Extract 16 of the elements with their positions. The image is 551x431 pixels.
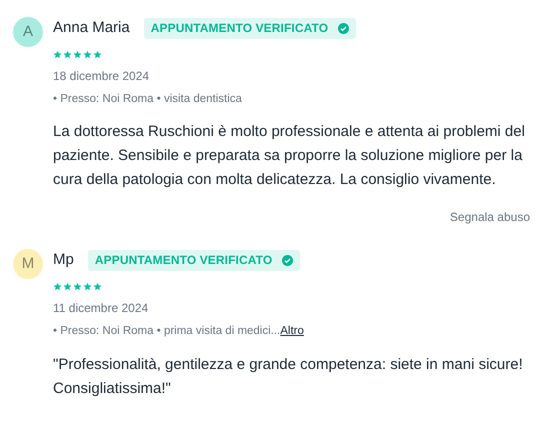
check-icon <box>282 254 294 266</box>
review-date: 11 dicembre 2024 <box>53 300 150 318</box>
visit-details: • Presso: Noi Roma • visita dentistica <box>53 92 242 107</box>
avatar: M <box>13 249 43 280</box>
more-link[interactable]: Altro <box>280 323 304 340</box>
visit-details: • Presso: Noi Roma • prima visita di medici... <box>53 324 280 340</box>
review-date: 18 dicembre 2024 <box>53 68 150 85</box>
reviewer-name: Mp <box>53 250 74 270</box>
verified-badge: APPUNTAMENTO VERIFICATO <box>88 250 300 271</box>
avatar: A <box>13 17 43 47</box>
review-text: "Professionalità, gentilezza e grande competenza: siete in mani sicure! Consigliatissima!" <box>53 354 524 398</box>
review-text: La dottoressa Ruschioni è molto professionale e attenta ai problemi del paziente. Sensibile e preparata sa proporre la soluzione migliore per la cura della patologia con molta delicatezza. La consiglio vivamente. <box>53 122 526 190</box>
reviewer-name: Anna Maria <box>53 18 130 38</box>
check-icon <box>338 22 350 34</box>
report-abuse-link[interactable]: Segnala abuso <box>450 208 530 226</box>
verified-badge: APPUNTAMENTO VERIFICATO <box>144 18 356 38</box>
